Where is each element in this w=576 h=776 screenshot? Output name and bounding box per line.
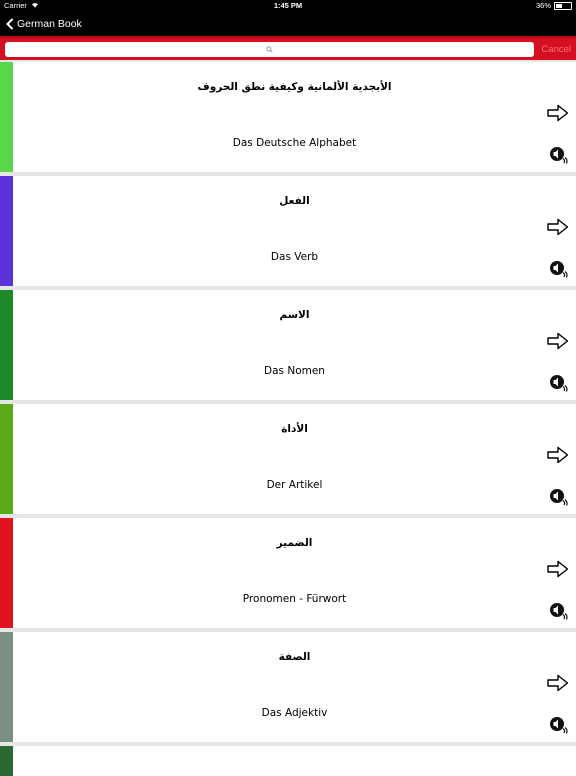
- status-bar: Carrier 1:45 PM 36%: [0, 0, 576, 12]
- arrow-right-icon[interactable]: [547, 218, 569, 236]
- lesson-row[interactable]: الأبجدية الألمانية وكيفية نطق الحروف Das …: [0, 62, 576, 172]
- lesson-color-stripe: [0, 746, 13, 776]
- lesson-texts: [13, 746, 576, 776]
- cancel-button[interactable]: Cancel: [541, 44, 571, 55]
- battery-indicator: 36%: [536, 1, 572, 10]
- lesson-list: الأبجدية الألمانية وكيفية نطق الحروف Das …: [0, 60, 576, 776]
- back-label: German Book: [17, 18, 82, 30]
- lesson-texts: الضمير Pronomen - Fürwort: [13, 518, 576, 628]
- lesson-row[interactable]: [0, 746, 576, 776]
- lesson-row[interactable]: الصفة Das Adjektiv: [0, 632, 576, 742]
- lesson-texts: الفعل Das Verb: [13, 176, 576, 286]
- lesson-row[interactable]: الضمير Pronomen - Fürwort: [0, 518, 576, 628]
- lesson-arabic-title: الضمير: [276, 537, 313, 549]
- lesson-color-stripe: [0, 518, 13, 628]
- lesson-texts: الأبجدية الألمانية وكيفية نطق الحروف Das …: [13, 62, 576, 172]
- lesson-arabic-title: الصفة: [278, 651, 311, 663]
- speaker-icon[interactable]: [549, 373, 569, 393]
- lesson-german-title: Pronomen - Fürwort: [242, 593, 347, 605]
- lesson-color-stripe: [0, 290, 13, 400]
- lesson-arabic-title: الاسم: [279, 309, 310, 321]
- battery-percent: 36%: [535, 1, 551, 10]
- lesson-arabic-title: الأداة: [281, 423, 308, 435]
- chevron-left-icon: [6, 18, 14, 30]
- lesson-german-title: Das Adjektiv: [261, 707, 328, 719]
- speaker-icon[interactable]: [549, 487, 569, 507]
- navigation-bar: German Book: [0, 12, 576, 36]
- speaker-icon[interactable]: [549, 259, 569, 279]
- lesson-german-title: Das Deutsche Alphabet: [232, 137, 357, 149]
- speaker-icon[interactable]: [549, 715, 569, 735]
- back-button[interactable]: German Book: [6, 18, 82, 30]
- lesson-texts: الاسم Das Nomen: [13, 290, 576, 400]
- lesson-texts: الأداة Der Artikel: [13, 404, 576, 514]
- speaker-icon[interactable]: [549, 145, 569, 165]
- lesson-color-stripe: [0, 404, 13, 514]
- search-bar: Cancel: [0, 36, 576, 60]
- arrow-right-icon[interactable]: [547, 674, 569, 692]
- speaker-icon[interactable]: [549, 601, 569, 621]
- arrow-right-icon[interactable]: [547, 560, 569, 578]
- lesson-arabic-title: الأبجدية الألمانية وكيفية نطق الحروف: [197, 81, 392, 93]
- lesson-german-title: Das Verb: [270, 251, 319, 263]
- lesson-texts: الصفة Das Adjektiv: [13, 632, 576, 742]
- search-input[interactable]: [5, 41, 535, 57]
- lesson-arabic-title: الفعل: [279, 195, 310, 207]
- status-time: 1:45 PM: [273, 1, 303, 10]
- battery-icon: [554, 1, 572, 10]
- lesson-row[interactable]: الأداة Der Artikel: [0, 404, 576, 514]
- lesson-row[interactable]: الفعل Das Verb: [0, 176, 576, 286]
- lesson-german-title: Das Nomen: [264, 365, 325, 377]
- arrow-right-icon[interactable]: [547, 104, 569, 122]
- arrow-right-icon[interactable]: [547, 332, 569, 350]
- lesson-row[interactable]: الاسم Das Nomen: [0, 290, 576, 400]
- arrow-right-icon[interactable]: [547, 446, 569, 464]
- lesson-color-stripe: [0, 62, 13, 172]
- lesson-german-title: Der Artikel: [266, 479, 323, 491]
- lesson-color-stripe: [0, 176, 13, 286]
- lesson-color-stripe: [0, 632, 13, 742]
- search-icon: [266, 45, 273, 53]
